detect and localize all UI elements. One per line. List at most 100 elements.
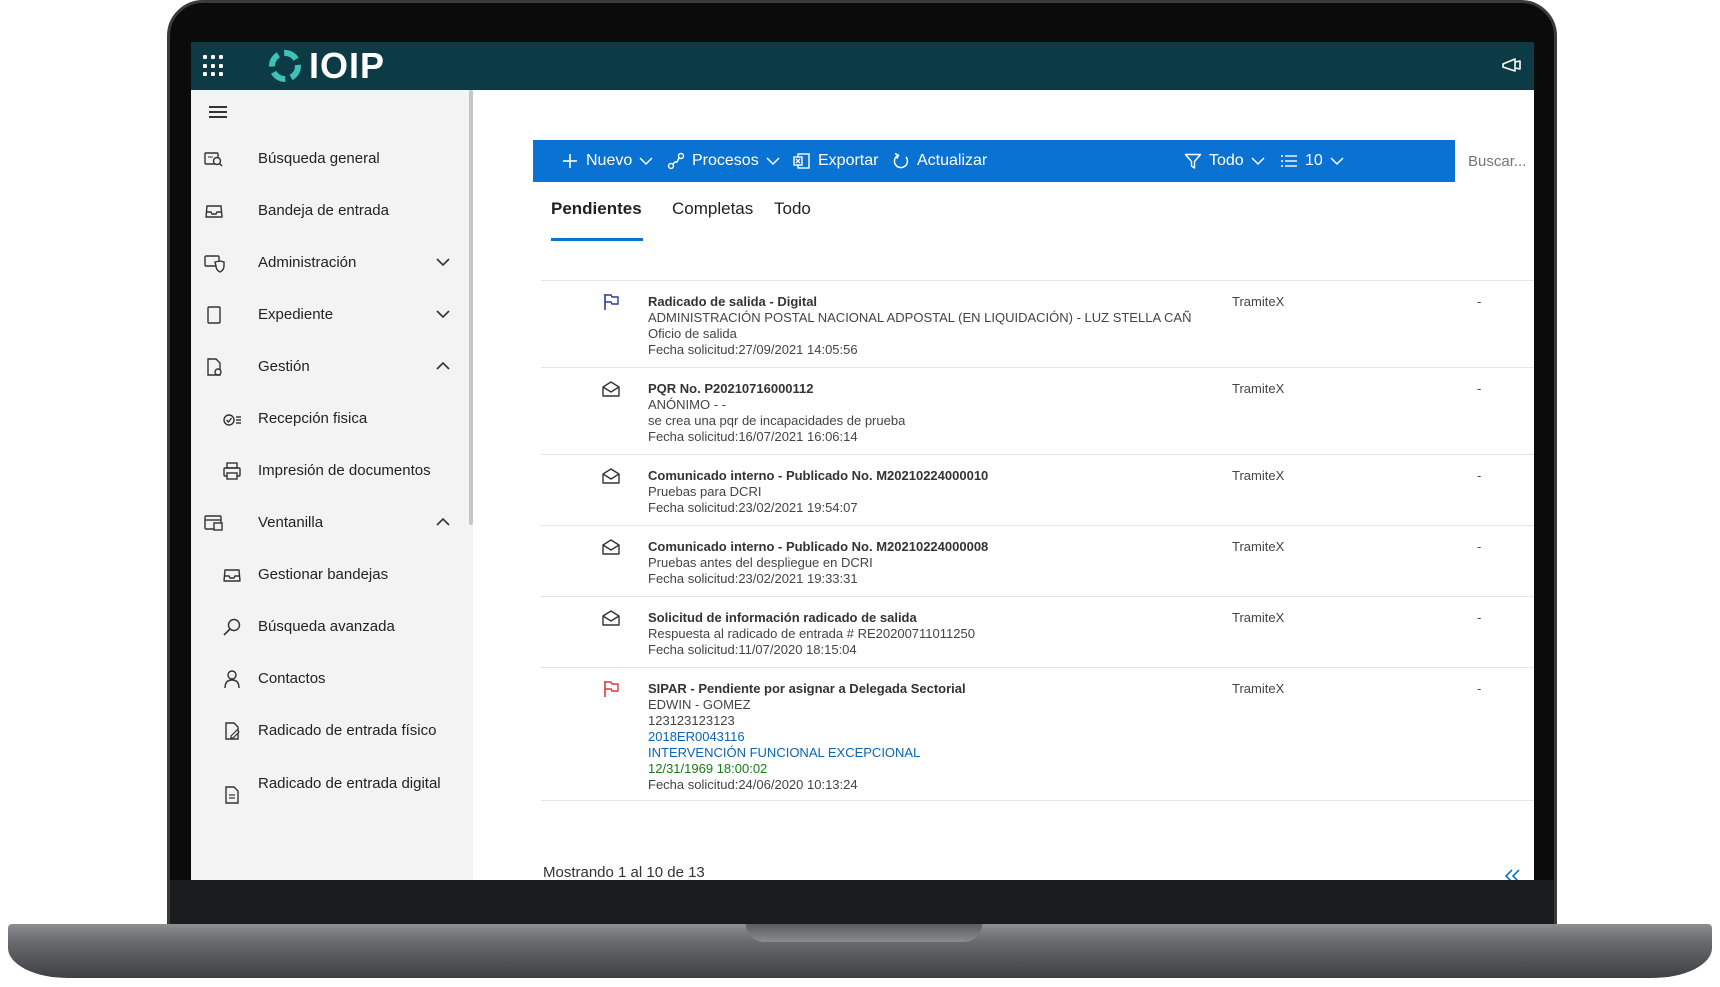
- laptop-notch: [746, 924, 982, 942]
- sidebar: Búsqueda general Bandeja de entrada Admi…: [191, 90, 473, 880]
- sidebar-item-label: Ventanilla: [258, 514, 324, 531]
- sidebar-item-busqueda-avanzada[interactable]: Búsqueda avanzada: [191, 605, 467, 649]
- sidebar-item-recepcion-fisica[interactable]: Recepción fisica: [191, 397, 467, 441]
- new-button-label: Nuevo: [586, 152, 633, 169]
- sidebar-item-label: Gestión: [258, 358, 310, 375]
- document-edit-icon: [225, 722, 240, 740]
- sidebar-item-expediente[interactable]: Expediente: [191, 293, 467, 337]
- list-item[interactable]: Radicado de salida - Digital ADMINISTRAC…: [541, 280, 1534, 367]
- sidebar-item-label: Bandeja de entrada: [258, 202, 389, 219]
- sidebar-item-contactos[interactable]: Contactos: [191, 657, 467, 701]
- folder-icon: [207, 306, 221, 324]
- app-logo[interactable]: IOIP: [267, 45, 385, 87]
- list-item[interactable]: Comunicado interno - Publicado No. M2021…: [541, 454, 1534, 525]
- filter-button-label: Todo: [1209, 152, 1244, 169]
- export-button[interactable]: Exportar: [793, 140, 878, 182]
- sidebar-item-label: Administración: [258, 254, 357, 271]
- item-source: TramiteX: [1232, 381, 1285, 396]
- sidebar-item-gestion[interactable]: Gestión: [191, 345, 467, 389]
- search-document-icon: [204, 152, 223, 167]
- active-tab-indicator: [551, 238, 643, 241]
- item-category-link[interactable]: INTERVENCIÓN FUNCIONAL EXCEPCIONAL: [648, 745, 920, 760]
- document-text-icon: [225, 786, 239, 804]
- item-status: -: [1477, 610, 1482, 625]
- megaphone-icon[interactable]: [1500, 54, 1524, 78]
- printer-icon: [223, 462, 241, 480]
- item-detail: Respuesta al radicado de entrada # RE202…: [648, 626, 975, 641]
- item-date: Fecha solicitud:16/07/2021 16:06:14: [648, 429, 858, 444]
- page-size-button[interactable]: 10: [1280, 140, 1344, 182]
- item-title: Comunicado interno - Publicado No. M2021…: [648, 539, 989, 554]
- item-title: Radicado de salida - Digital: [648, 294, 818, 309]
- search-input[interactable]: [1455, 140, 1534, 182]
- sidebar-item-administracion[interactable]: Administración: [191, 241, 467, 285]
- chevron-up-icon[interactable]: [436, 361, 450, 371]
- checklist-icon: [223, 414, 241, 426]
- item-status: -: [1477, 381, 1482, 396]
- item-title: Comunicado interno - Publicado No. M2021…: [648, 468, 989, 483]
- item-detail: Oficio de salida: [648, 326, 737, 341]
- sidebar-item-bandeja-entrada[interactable]: Bandeja de entrada: [191, 189, 467, 233]
- chevron-down-icon: [639, 157, 653, 166]
- item-status: -: [1477, 539, 1482, 554]
- item-date: Fecha solicitud:24/06/2020 10:13:24: [648, 777, 858, 792]
- search-icon: [223, 618, 241, 636]
- sidebar-item-gestionar-bandejas[interactable]: Gestionar bandejas: [191, 553, 467, 597]
- tab-pendientes[interactable]: Pendientes: [551, 199, 642, 219]
- document-gear-icon: [207, 358, 222, 376]
- admin-shield-icon: [204, 255, 225, 273]
- plus-icon: [563, 154, 577, 168]
- sidebar-item-radicado-entrada-digital[interactable]: Radicado de entrada digital: [191, 768, 467, 820]
- item-status: -: [1477, 681, 1482, 696]
- sidebar-item-impresion-documentos[interactable]: Impresión de documentos: [191, 449, 467, 493]
- sidebar-item-label: Gestionar bandejas: [258, 566, 389, 583]
- hamburger-menu-icon[interactable]: [209, 106, 227, 120]
- chevron-down-icon[interactable]: [436, 257, 450, 267]
- chevron-down-icon: [1330, 157, 1344, 166]
- logo-text: IOIP: [309, 45, 386, 86]
- item-reference-link[interactable]: 2018ER0043116: [648, 729, 745, 744]
- laptop-bezel-bottom: [170, 880, 1554, 924]
- logo-mark-icon: [269, 50, 301, 82]
- sidebar-scrollbar[interactable]: [469, 90, 473, 525]
- page-size-button-label: 10: [1305, 152, 1323, 169]
- list-item[interactable]: Solicitud de información radicado de sal…: [541, 596, 1534, 667]
- filter-icon: [1184, 153, 1202, 169]
- item-source: TramiteX: [1232, 294, 1285, 309]
- item-date: Fecha solicitud:23/02/2021 19:33:31: [648, 571, 858, 586]
- sidebar-item-busqueda-general[interactable]: Búsqueda general: [191, 137, 467, 181]
- filter-button[interactable]: Todo: [1184, 140, 1265, 182]
- item-title: Solicitud de información radicado de sal…: [648, 610, 917, 625]
- list-item[interactable]: Comunicado interno - Publicado No. M2021…: [541, 525, 1534, 596]
- chevron-down-icon: [1251, 157, 1265, 166]
- tab-todo[interactable]: Todo: [774, 199, 811, 219]
- chevron-up-icon[interactable]: [436, 517, 450, 527]
- sidebar-item-label: Contactos: [258, 670, 326, 687]
- item-date: Fecha solicitud:11/07/2020 18:15:04: [648, 642, 857, 657]
- chevron-down-icon[interactable]: [436, 309, 450, 319]
- item-source: TramiteX: [1232, 539, 1285, 554]
- new-button[interactable]: Nuevo: [561, 140, 653, 182]
- item-detail: se crea una pqr de incapacidades de prue…: [648, 413, 906, 428]
- top-bar: IOIP: [191, 42, 1534, 90]
- item-source: TramiteX: [1232, 681, 1285, 696]
- list-item[interactable]: SIPAR - Pendiente por asignar a Delegada…: [541, 667, 1534, 801]
- double-chevron-left-icon[interactable]: [1504, 869, 1522, 880]
- sidebar-item-ventanilla[interactable]: Ventanilla: [191, 501, 467, 545]
- person-icon: [224, 670, 240, 689]
- sidebar-item-radicado-entrada-fisico[interactable]: Radicado de entrada físico: [191, 709, 467, 753]
- list-item[interactable]: PQR No. P20210716000112 ANÓNIMO - - se c…: [541, 367, 1534, 454]
- flow-icon: [667, 152, 685, 170]
- processes-button[interactable]: Procesos: [667, 140, 780, 182]
- app-launcher-icon[interactable]: [203, 55, 225, 77]
- tab-completas[interactable]: Completas: [672, 199, 753, 219]
- excel-icon: [793, 153, 810, 169]
- item-detail: 123123123123: [648, 713, 735, 728]
- envelope-open-icon: [602, 381, 620, 397]
- item-source: TramiteX: [1232, 468, 1285, 483]
- item-detail: Pruebas para DCRI: [648, 484, 762, 499]
- item-detail: ADMINISTRACIÓN POSTAL NACIONAL ADPOSTAL …: [648, 310, 1192, 325]
- refresh-button[interactable]: Actualizar: [892, 140, 987, 182]
- flag-icon: [604, 681, 619, 697]
- sidebar-item-label: Impresión de documentos: [258, 462, 431, 479]
